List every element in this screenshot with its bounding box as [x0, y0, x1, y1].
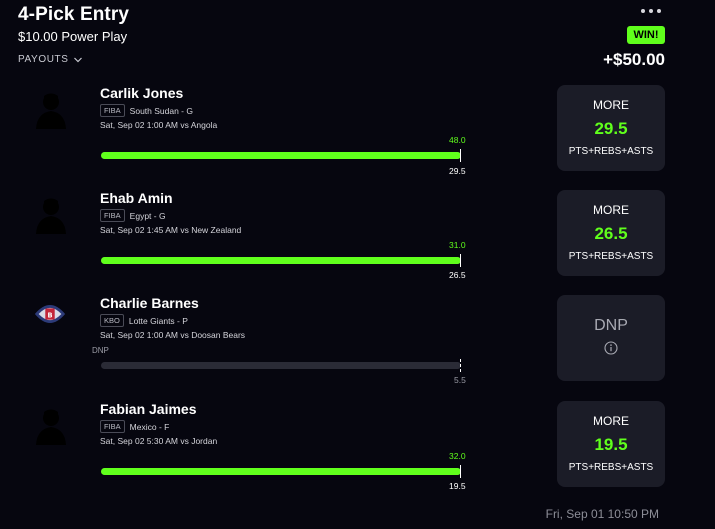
progress-fill: [101, 152, 461, 159]
line-value: 26.5: [449, 270, 466, 280]
dnp-result: DNP: [594, 317, 628, 334]
dot-icon: [649, 9, 653, 13]
stat-type: PTS+REBS+ASTS: [568, 462, 654, 473]
actual-value: 32.0: [449, 451, 466, 461]
game-info: Sat, Sep 02 1:45 AM vs New Zealand: [100, 225, 242, 235]
projection-card[interactable]: MORE 19.5 PTS+REBS+ASTS: [557, 401, 665, 487]
pick-row: B Charlie Barnes KBO Lotte Giants - P Sa…: [0, 295, 715, 400]
progress-fill: [101, 468, 461, 475]
actual-value: 48.0: [449, 135, 466, 145]
game-info: Sat, Sep 02 1:00 AM vs Doosan Bears: [100, 330, 246, 340]
chevron-down-icon: [73, 57, 82, 62]
info-icon[interactable]: [604, 341, 618, 355]
payouts-toggle[interactable]: PAYOUTS: [18, 54, 83, 65]
player-silhouette-icon: [34, 407, 68, 445]
game-info: Sat, Sep 02 1:00 AM vs Angola: [100, 120, 218, 130]
player-meta: FIBA South Sudan - G: [100, 104, 193, 117]
line-value: 29.5: [449, 166, 466, 176]
progress-fill: [101, 257, 461, 264]
page-title: 4-Pick Entry: [18, 4, 130, 25]
dnp-status: DNP: [92, 346, 109, 355]
stat-type: PTS+REBS+ASTS: [568, 251, 654, 262]
team-position: Egypt - G: [129, 210, 166, 221]
dot-icon: [657, 9, 661, 13]
line-value: 5.5: [454, 375, 466, 385]
line-value: 19.5: [449, 481, 466, 491]
progress-track: [101, 149, 461, 162]
player-silhouette-icon: [34, 91, 68, 129]
pick-row: Carlik Jones FIBA South Sudan - G Sat, S…: [0, 85, 715, 190]
entry-timestamp: Fri, Sep 01 10:50 PM: [545, 507, 659, 521]
win-badge: WIN!: [627, 26, 665, 44]
line-projection: 29.5: [594, 119, 628, 138]
player-silhouette-icon: [34, 196, 68, 234]
league-badge: FIBA: [100, 420, 125, 433]
league-badge: FIBA: [100, 104, 125, 117]
player-meta: KBO Lotte Giants - P: [100, 314, 188, 327]
league-badge: KBO: [100, 314, 124, 327]
player-meta: FIBA Mexico - F: [100, 420, 169, 433]
line-projection: 19.5: [594, 435, 628, 454]
team-position: Mexico - F: [129, 421, 170, 432]
line-projection: 26.5: [594, 224, 628, 243]
player-name: Ehab Amin: [100, 190, 173, 206]
pick-row: Fabian Jaimes FIBA Mexico - F Sat, Sep 0…: [0, 401, 715, 506]
more-options-button[interactable]: [636, 4, 666, 18]
actual-value: 31.0: [449, 240, 466, 250]
progress-track: [101, 465, 461, 478]
direction-label: MORE: [593, 203, 629, 217]
entry-subtitle: $10.00 Power Play: [18, 29, 128, 44]
progress-track: [101, 359, 461, 372]
player-name: Carlik Jones: [100, 85, 184, 101]
stat-type: PTS+REBS+ASTS: [568, 146, 654, 157]
projection-card[interactable]: MORE 26.5 PTS+REBS+ASTS: [557, 190, 665, 276]
player-name: Fabian Jaimes: [100, 401, 197, 417]
direction-label: MORE: [593, 414, 629, 428]
direction-label: MORE: [593, 98, 629, 112]
svg-text:B: B: [47, 311, 52, 319]
team-logo-icon: B: [33, 295, 67, 333]
line-marker: [460, 149, 461, 162]
player-meta: FIBA Egypt - G: [100, 209, 166, 222]
pick-row: Ehab Amin FIBA Egypt - G Sat, Sep 02 1:4…: [0, 190, 715, 295]
dot-icon: [641, 9, 645, 13]
payouts-label: PAYOUTS: [18, 54, 69, 65]
game-info: Sat, Sep 02 5:30 AM vs Jordan: [100, 436, 218, 446]
line-marker: [460, 359, 461, 372]
line-marker: [460, 465, 461, 478]
payout-amount: +$50.00: [603, 50, 665, 69]
team-position: South Sudan - G: [129, 105, 193, 116]
line-marker: [460, 254, 461, 267]
player-name: Charlie Barnes: [100, 295, 199, 311]
league-badge: FIBA: [100, 209, 125, 222]
progress-track: [101, 254, 461, 267]
projection-card[interactable]: DNP: [557, 295, 665, 381]
team-position: Lotte Giants - P: [128, 315, 188, 326]
projection-card[interactable]: MORE 29.5 PTS+REBS+ASTS: [557, 85, 665, 171]
